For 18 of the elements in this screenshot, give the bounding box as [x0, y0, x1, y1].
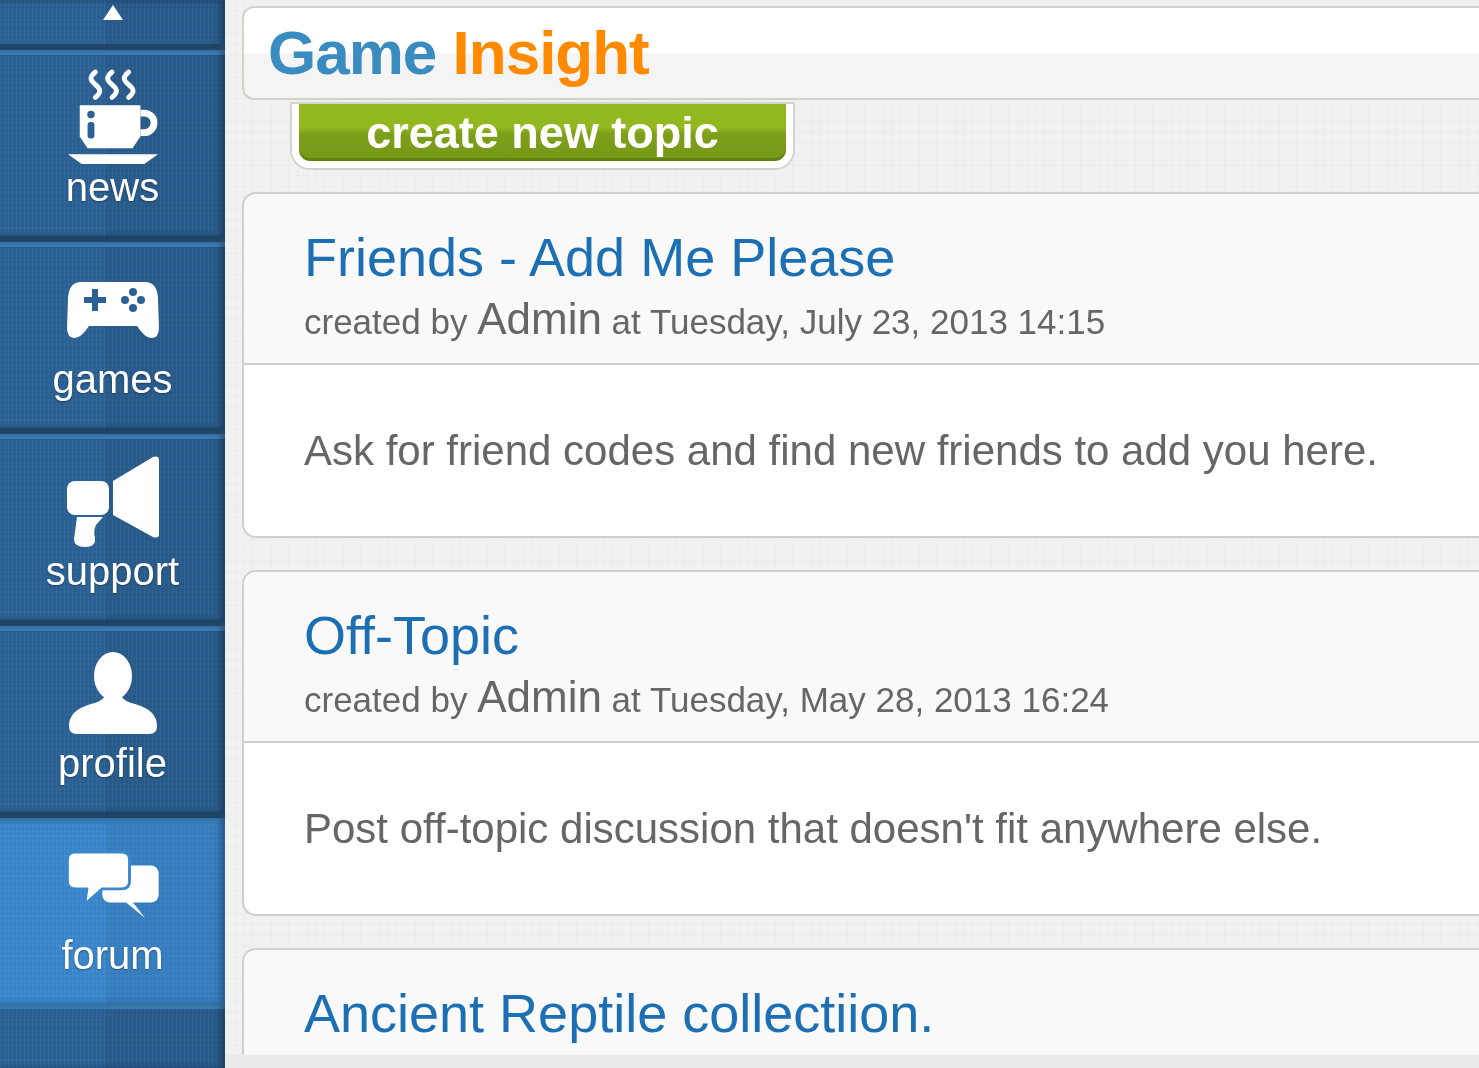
person-icon: [66, 652, 159, 734]
speech-bubbles-icon: [65, 851, 160, 919]
sidebar-item[interactable]: profile: [0, 620, 225, 812]
up-triangle-icon[interactable]: [102, 5, 123, 20]
topic-title-link[interactable]: Off-Topic: [304, 604, 520, 666]
sidebar-item[interactable]: forum: [0, 812, 225, 1004]
create-topic-button[interactable]: create new topic: [292, 104, 793, 168]
sidebar-item[interactable]: news: [0, 44, 225, 236]
sidebar-item[interactable]: support: [0, 428, 225, 620]
sidebar-item[interactable]: games: [0, 236, 225, 428]
topic-meta: created by Admin at Tuesday, May 28, 2013 16:24: [304, 676, 1110, 721]
topic-description: Post off-topic discussion that doesn't fit anywhere else.: [304, 804, 1323, 853]
logo: Game Insight: [268, 18, 649, 88]
topic-title-link[interactable]: Friends - Add Me Please: [304, 226, 896, 288]
topic-meta: created by Admin at Tuesday, July 23, 2013 14:15: [304, 298, 1106, 343]
megaphone-icon: [66, 455, 159, 547]
coffee-cup-icon: [67, 68, 158, 166]
topic-description: Ask for friend codes and find new friends to add you here.: [304, 426, 1378, 475]
